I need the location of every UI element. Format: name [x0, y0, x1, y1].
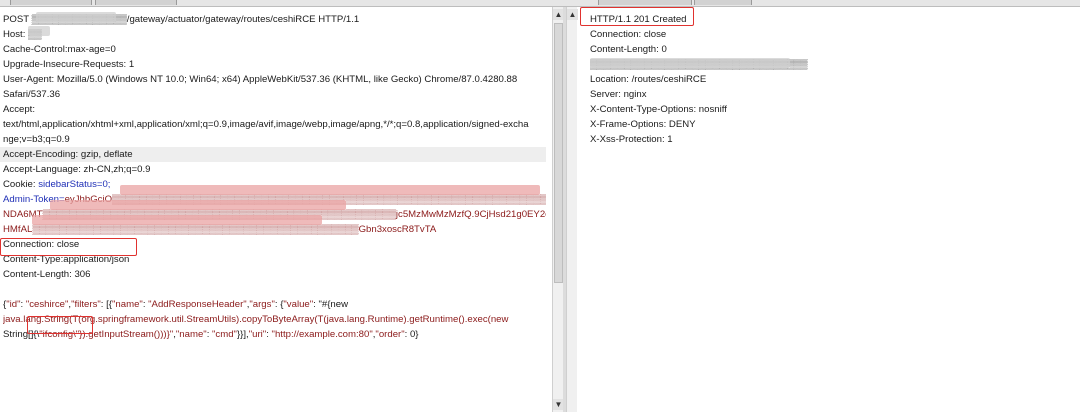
request-line: Content-Type:application/json: [3, 254, 130, 265]
request-line: text/html,application/xhtml+xml,applicat…: [3, 119, 529, 130]
request-line: Cache-Control:max-age=0: [3, 44, 116, 55]
response-viewer[interactable]: HTTP/1.1 201 Created Connection: close Con…: [578, 7, 1080, 412]
response-line: X-Content-Type-Options: nosniff: [590, 104, 727, 115]
redaction-blur: [50, 200, 346, 210]
request-line: Connection: close: [3, 239, 80, 250]
redaction-blur: [28, 26, 50, 36]
request-line: [3, 282, 546, 297]
request-line: java.lang.String(T(org.springframework.u…: [3, 314, 509, 325]
redaction-blur: [32, 215, 322, 225]
response-lines: HTTP/1.1 201 Created Connection: close Con…: [590, 12, 1074, 147]
response-line: Location: /routes/ceshiRCE: [590, 74, 707, 85]
request-line: Content-Length: 306: [3, 269, 91, 280]
response-line: Server: nginx: [590, 89, 647, 100]
request-lines: POST ▒▒▒▒▒▒▒▒▒▒▒▒▒▒/gateway/actuator/gat…: [0, 12, 546, 342]
request-editor[interactable]: POST ▒▒▒▒▒▒▒▒▒▒▒▒▒▒/gateway/actuator/gat…: [0, 7, 552, 412]
redaction-blur: [590, 58, 790, 68]
request-line: String[]{\"ifconfig\"}).getInputStream()…: [3, 329, 419, 340]
tab[interactable]: [95, 0, 177, 5]
request-line: Upgrade-Insecure-Requests: 1: [3, 59, 135, 70]
top-tab-strip: [0, 0, 1080, 7]
request-line: {"id": "ceshirce","filters": [{"name": "…: [3, 299, 349, 310]
redaction-blur: [36, 12, 116, 22]
response-line: HTTP/1.1 201 Created: [590, 14, 687, 25]
tab[interactable]: [598, 0, 692, 5]
scroll-up-icon[interactable]: ▲: [567, 9, 578, 20]
request-line: nge;v=b3;q=0.9: [3, 134, 70, 145]
request-line: Accept-Language: zh-CN,zh;q=0.9: [3, 164, 151, 175]
request-line: Safari/537.36: [3, 89, 61, 100]
response-line: X-Xss-Protection: 1: [590, 134, 673, 145]
redaction-blur: [120, 185, 540, 195]
response-line: X-Frame-Options: DENY: [590, 119, 696, 130]
response-line: Content-Length: 0: [590, 44, 667, 55]
request-line: Accept:: [3, 104, 35, 115]
request-line: Host: ▒▒: [3, 29, 42, 40]
response-left-scrollbar[interactable]: ▲: [566, 7, 578, 412]
tab[interactable]: [10, 0, 92, 5]
request-line: Accept-Encoding: gzip, deflate: [0, 147, 546, 162]
tab[interactable]: [694, 0, 752, 5]
request-line: User-Agent: Mozilla/5.0 (Windows NT 10.0…: [3, 74, 518, 85]
response-line: Connection: close: [590, 29, 667, 40]
scroll-thumb[interactable]: [554, 23, 563, 283]
